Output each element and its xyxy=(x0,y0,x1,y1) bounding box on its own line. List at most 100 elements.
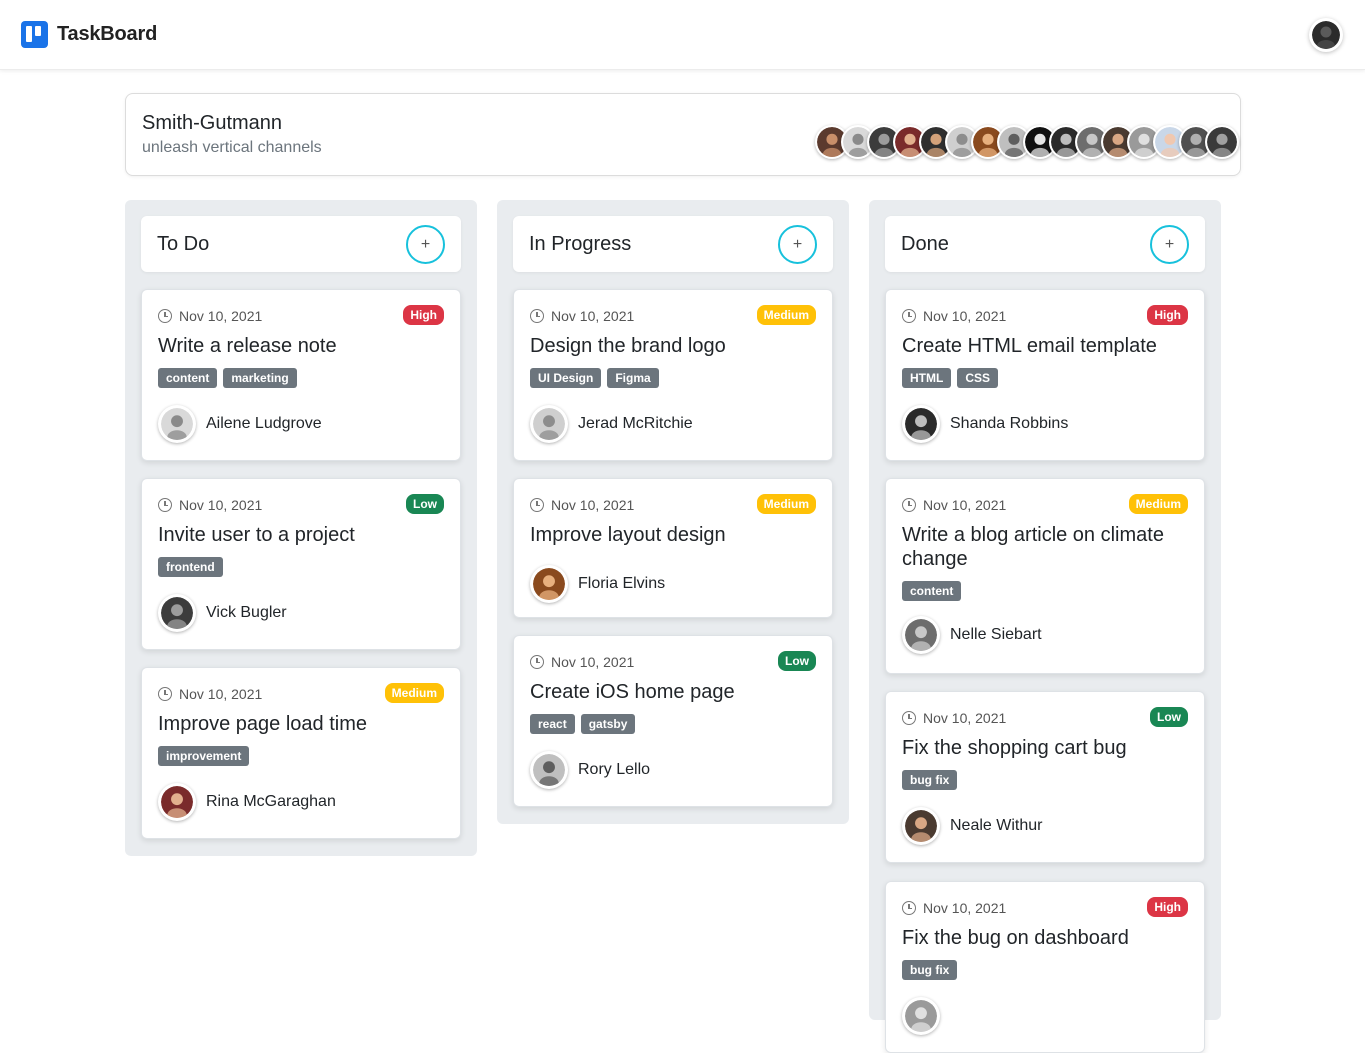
assignee-avatar[interactable] xyxy=(902,405,940,443)
tag: Figma xyxy=(607,368,659,388)
clock-icon xyxy=(158,309,172,323)
brand[interactable]: TaskBoard xyxy=(21,21,157,48)
user-avatar[interactable] xyxy=(1309,18,1343,52)
add-card-button[interactable]: + xyxy=(1150,225,1189,264)
assignee-name: Shanda Robbins xyxy=(950,415,1069,432)
assignee-avatar[interactable] xyxy=(530,565,568,603)
assignee: Neale Withur xyxy=(902,807,1042,845)
card-date: Nov 10, 2021 xyxy=(530,497,634,513)
priority-badge: High xyxy=(1147,897,1188,917)
task-card[interactable]: Nov 10, 2021 Medium Improve layout design F… xyxy=(513,478,833,618)
priority-badge: High xyxy=(403,305,444,325)
card-date: Nov 10, 2021 xyxy=(902,497,1006,513)
clock-icon xyxy=(902,711,916,725)
assignee-avatar[interactable] xyxy=(158,783,196,821)
clock-icon xyxy=(158,498,172,512)
assignee-name: Neale Withur xyxy=(950,817,1043,834)
card-date: Nov 10, 2021 xyxy=(158,497,262,513)
project-header: Smith-Gutmann unleash vertical channels xyxy=(125,93,1241,176)
clock-icon xyxy=(902,498,916,512)
assignee-name: Floria Elvins xyxy=(578,575,666,592)
column-to-do: To Do + Nov 10, 2021 High Write a release no… xyxy=(125,200,477,856)
tag: content xyxy=(158,368,218,388)
card-title: Write a blog article on climate change xyxy=(902,524,1164,570)
assignee-avatar[interactable] xyxy=(530,405,568,443)
task-card[interactable]: Nov 10, 2021 Medium Write a blog article o… xyxy=(885,478,1205,674)
date-text: Nov 10, 2021 xyxy=(179,497,263,513)
plus-icon: + xyxy=(420,235,431,253)
priority-badge: Medium xyxy=(384,683,444,703)
date-text: Nov 10, 2021 xyxy=(923,308,1007,324)
add-card-button[interactable]: + xyxy=(778,225,817,264)
task-card[interactable]: Nov 10, 2021 Low Create iOS home page react… xyxy=(513,635,833,807)
member-avatar[interactable] xyxy=(1205,125,1239,159)
card-title: Design the brand logo xyxy=(530,335,726,357)
priority-badge: High xyxy=(1147,305,1188,325)
tag: frontend xyxy=(158,557,223,577)
task-card[interactable]: Nov 10, 2021 High Fix the bug on dashboard… xyxy=(885,881,1205,1053)
assignee-name: Rory Lello xyxy=(578,761,651,778)
assignee-avatar[interactable] xyxy=(158,405,196,443)
card-title: Invite user to a project xyxy=(158,524,355,546)
column-title: In Progress xyxy=(529,233,632,255)
card-title: Create iOS home page xyxy=(530,681,735,703)
plus-icon: + xyxy=(1164,235,1175,253)
task-card[interactable]: Nov 10, 2021 Medium Design the brand logo U… xyxy=(513,289,833,461)
column-header: Done + xyxy=(885,216,1205,272)
task-card[interactable]: Nov 10, 2021 Low Invite user to a project f… xyxy=(141,478,461,650)
date-text: Nov 10, 2021 xyxy=(551,497,635,513)
clock-icon xyxy=(158,687,172,701)
priority-badge: Medium xyxy=(756,305,816,325)
assignee-avatar[interactable] xyxy=(902,997,940,1035)
card-title: Fix the shopping cart bug xyxy=(902,737,1127,759)
card-title: Create HTML email template xyxy=(902,335,1157,357)
date-text: Nov 10, 2021 xyxy=(551,308,635,324)
card-title: Improve layout design xyxy=(530,524,726,546)
date-text: Nov 10, 2021 xyxy=(923,497,1007,513)
column-title: To Do xyxy=(157,233,210,255)
tag-list: UI Design Figma xyxy=(530,368,659,388)
card-date: Nov 10, 2021 xyxy=(530,654,634,670)
assignee-name: Nelle Siebart xyxy=(950,626,1042,643)
date-text: Nov 10, 2021 xyxy=(923,710,1007,726)
tag-list: HTML CSS xyxy=(902,368,999,388)
tag: content xyxy=(902,581,962,601)
tag: CSS xyxy=(957,368,999,388)
card-date: Nov 10, 2021 xyxy=(902,710,1006,726)
priority-badge: Low xyxy=(1150,707,1188,727)
tag: marketing xyxy=(223,368,297,388)
card-date: Nov 10, 2021 xyxy=(158,308,262,324)
tag-list: react gatsby xyxy=(530,714,636,734)
assignee xyxy=(902,997,950,1035)
date-text: Nov 10, 2021 xyxy=(551,654,635,670)
tag-list: bug fix xyxy=(902,770,958,790)
card-date: Nov 10, 2021 xyxy=(902,900,1006,916)
column-in-progress: In Progress + Nov 10, 2021 Medium Design the… xyxy=(497,200,849,824)
assignee-avatar[interactable] xyxy=(158,594,196,632)
task-card[interactable]: Nov 10, 2021 High Create HTML email templa… xyxy=(885,289,1205,461)
priority-badge: Low xyxy=(406,494,444,514)
assignee-name: Rina McGaraghan xyxy=(206,793,336,810)
assignee-name: Vick Bugler xyxy=(206,604,287,621)
clock-icon xyxy=(530,309,544,323)
assignee-avatar[interactable] xyxy=(902,616,940,654)
priority-badge: Medium xyxy=(756,494,816,514)
add-card-button[interactable]: + xyxy=(406,225,445,264)
assignee-avatar[interactable] xyxy=(902,807,940,845)
assignee-avatar[interactable] xyxy=(530,751,568,789)
assignee: Nelle Siebart xyxy=(902,616,1042,654)
column-header: In Progress + xyxy=(513,216,833,272)
task-card[interactable]: Nov 10, 2021 Low Fix the shopping cart bug… xyxy=(885,691,1205,863)
tag: bug fix xyxy=(902,960,958,980)
project-subtitle: unleash vertical channels xyxy=(142,139,322,156)
project-members xyxy=(815,125,1239,159)
assignee: Rina McGaraghan xyxy=(158,783,336,821)
card-date: Nov 10, 2021 xyxy=(902,308,1006,324)
tag: react xyxy=(530,714,575,734)
priority-badge: Medium xyxy=(1128,494,1188,514)
task-card[interactable]: Nov 10, 2021 High Write a release note cont… xyxy=(141,289,461,461)
clock-icon xyxy=(902,901,916,915)
assignee: Jerad McRitchie xyxy=(530,405,693,443)
task-card[interactable]: Nov 10, 2021 Medium Improve page load time… xyxy=(141,667,461,839)
plus-icon: + xyxy=(792,235,803,253)
